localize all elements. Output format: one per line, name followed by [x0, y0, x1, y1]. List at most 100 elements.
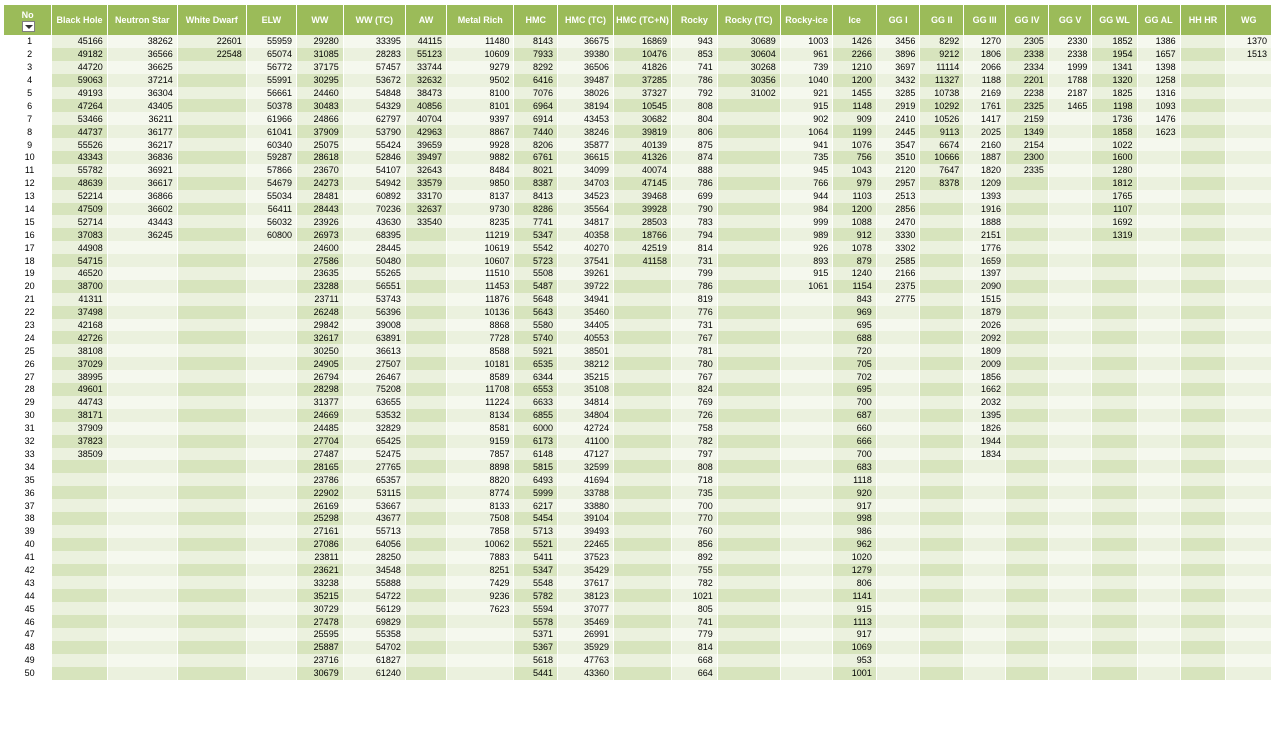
- cell-gg-iii[interactable]: 2032: [963, 395, 1007, 409]
- cell-metal-rich[interactable]: 11510: [446, 267, 515, 280]
- cell-gg-iv[interactable]: [1005, 241, 1049, 255]
- cell-wg[interactable]: [1225, 421, 1272, 435]
- cell-metal-rich[interactable]: 7508: [446, 511, 515, 525]
- cell-gg-al[interactable]: [1137, 254, 1181, 268]
- cell-hmc-tc[interactable]: 34099: [557, 163, 615, 177]
- cell-rocky-ice[interactable]: [780, 383, 834, 396]
- cell-elw[interactable]: 60340: [246, 138, 298, 152]
- cell-rocky-ice[interactable]: [780, 615, 834, 628]
- cell-elw[interactable]: [246, 653, 298, 667]
- cell-ww[interactable]: 33238: [296, 576, 344, 590]
- cell-ww[interactable]: 23288: [296, 279, 344, 293]
- cell-gg-wl[interactable]: 1600: [1091, 151, 1138, 164]
- cell-ice[interactable]: 1076: [832, 138, 877, 152]
- cell-gg-v[interactable]: [1048, 305, 1093, 319]
- cell-rocky-ice[interactable]: 984: [780, 202, 834, 216]
- cell-hmc-tc[interactable]: 35460: [557, 305, 615, 319]
- cell-black-hole[interactable]: [51, 576, 108, 590]
- cell-hh-hr[interactable]: [1180, 537, 1227, 551]
- cell-ww-tc[interactable]: 52475: [343, 447, 406, 461]
- cell-aw[interactable]: [405, 589, 448, 603]
- cell-black-hole[interactable]: 41311: [51, 292, 108, 306]
- cell-rocky-tc[interactable]: [717, 499, 781, 512]
- cell-gg-ii[interactable]: 9212: [919, 47, 965, 61]
- cell-metal-rich[interactable]: 9850: [446, 176, 515, 190]
- cell-gg-iii[interactable]: 1761: [963, 99, 1007, 113]
- cell-black-hole[interactable]: 49601: [51, 383, 108, 396]
- cell-ice[interactable]: 917: [832, 627, 877, 641]
- cell-ww[interactable]: 30250: [296, 344, 344, 358]
- cell-gg-i[interactable]: [876, 640, 921, 654]
- cell-black-hole[interactable]: 46520: [51, 267, 108, 280]
- cell-hmc-tc[interactable]: 38194: [557, 99, 615, 113]
- cell-aw[interactable]: [405, 640, 448, 654]
- cell-metal-rich[interactable]: 8101: [446, 99, 515, 113]
- cell-gg-al[interactable]: [1137, 408, 1181, 422]
- cell-metal-rich[interactable]: [446, 640, 515, 654]
- cell-white-dwarf[interactable]: [177, 292, 247, 306]
- cell-hmc-tc[interactable]: 41694: [557, 473, 615, 487]
- cell-wg[interactable]: [1225, 112, 1272, 126]
- cell-rocky-tc[interactable]: [717, 163, 781, 177]
- cell-hh-hr[interactable]: [1180, 215, 1227, 229]
- cell-hh-hr[interactable]: [1180, 112, 1227, 126]
- cell-elw[interactable]: 56772: [246, 60, 298, 74]
- cell-hmc[interactable]: 5648: [513, 292, 558, 306]
- cell-white-dwarf[interactable]: [177, 331, 247, 345]
- cell-gg-al[interactable]: [1137, 344, 1181, 358]
- cell-rocky-ice[interactable]: [780, 318, 834, 332]
- cell-gg-v[interactable]: [1048, 640, 1093, 654]
- cell-gg-v[interactable]: [1048, 524, 1093, 538]
- cell-hmc[interactable]: 5347: [513, 563, 558, 577]
- cell-black-hole[interactable]: 37909: [51, 421, 108, 435]
- cell-gg-i[interactable]: [876, 653, 921, 667]
- cell-hmc[interactable]: 6633: [513, 395, 558, 409]
- cell-rocky[interactable]: 782: [671, 576, 718, 590]
- cell-metal-rich[interactable]: 8251: [446, 563, 515, 577]
- cell-wg[interactable]: [1225, 86, 1272, 100]
- cell-neutron-star[interactable]: [107, 318, 178, 332]
- cell-rocky[interactable]: 808: [671, 99, 718, 113]
- cell-gg-ii[interactable]: [919, 460, 965, 474]
- cell-gg-iv[interactable]: [1005, 357, 1049, 371]
- cell-neutron-star[interactable]: [107, 408, 178, 422]
- cell-ww[interactable]: 25595: [296, 627, 344, 641]
- cell-hmc-tc[interactable]: 34804: [557, 408, 615, 422]
- cell-gg-al[interactable]: [1137, 421, 1181, 435]
- cell-hmc-tc-n[interactable]: 37327: [613, 86, 673, 100]
- cell-rocky[interactable]: 731: [671, 254, 718, 268]
- cell-gg-al[interactable]: [1137, 537, 1181, 551]
- cell-neutron-star[interactable]: [107, 421, 178, 435]
- cell-wg[interactable]: [1225, 370, 1272, 384]
- cell-rocky-ice[interactable]: 941: [780, 138, 834, 152]
- cell-black-hole[interactable]: 49193: [51, 86, 108, 100]
- cell-white-dwarf[interactable]: [177, 499, 247, 512]
- cell-hmc[interactable]: 6173: [513, 434, 558, 448]
- cell-metal-rich[interactable]: 8137: [446, 189, 515, 203]
- cell-ww[interactable]: 24905: [296, 357, 344, 371]
- cell-metal-rich[interactable]: 9928: [446, 138, 515, 152]
- cell-gg-al[interactable]: [1137, 602, 1181, 616]
- cell-white-dwarf[interactable]: [177, 86, 247, 100]
- cell-rocky[interactable]: 805: [671, 602, 718, 616]
- cell-aw[interactable]: [405, 511, 448, 525]
- cell-elw[interactable]: [246, 408, 298, 422]
- cell-aw[interactable]: [405, 666, 448, 680]
- cell-gg-i[interactable]: [876, 434, 921, 448]
- row-number[interactable]: 8: [4, 125, 53, 139]
- cell-hmc-tc-n[interactable]: [613, 615, 673, 628]
- cell-white-dwarf[interactable]: [177, 421, 247, 435]
- cell-hmc-tc[interactable]: 38501: [557, 344, 615, 358]
- cell-ice[interactable]: 660: [832, 421, 877, 435]
- cell-gg-i[interactable]: 2410: [876, 112, 921, 126]
- cell-hh-hr[interactable]: [1180, 47, 1227, 61]
- cell-gg-iii[interactable]: 2009: [963, 357, 1007, 371]
- row-number[interactable]: 46: [4, 615, 53, 628]
- cell-ice[interactable]: 1426: [832, 35, 877, 48]
- cell-rocky[interactable]: 726: [671, 408, 718, 422]
- cell-gg-i[interactable]: 3456: [876, 35, 921, 48]
- cell-gg-al[interactable]: [1137, 627, 1181, 641]
- cell-ww[interactable]: 30729: [296, 602, 344, 616]
- cell-aw[interactable]: [405, 524, 448, 538]
- cell-ice[interactable]: 666: [832, 434, 877, 448]
